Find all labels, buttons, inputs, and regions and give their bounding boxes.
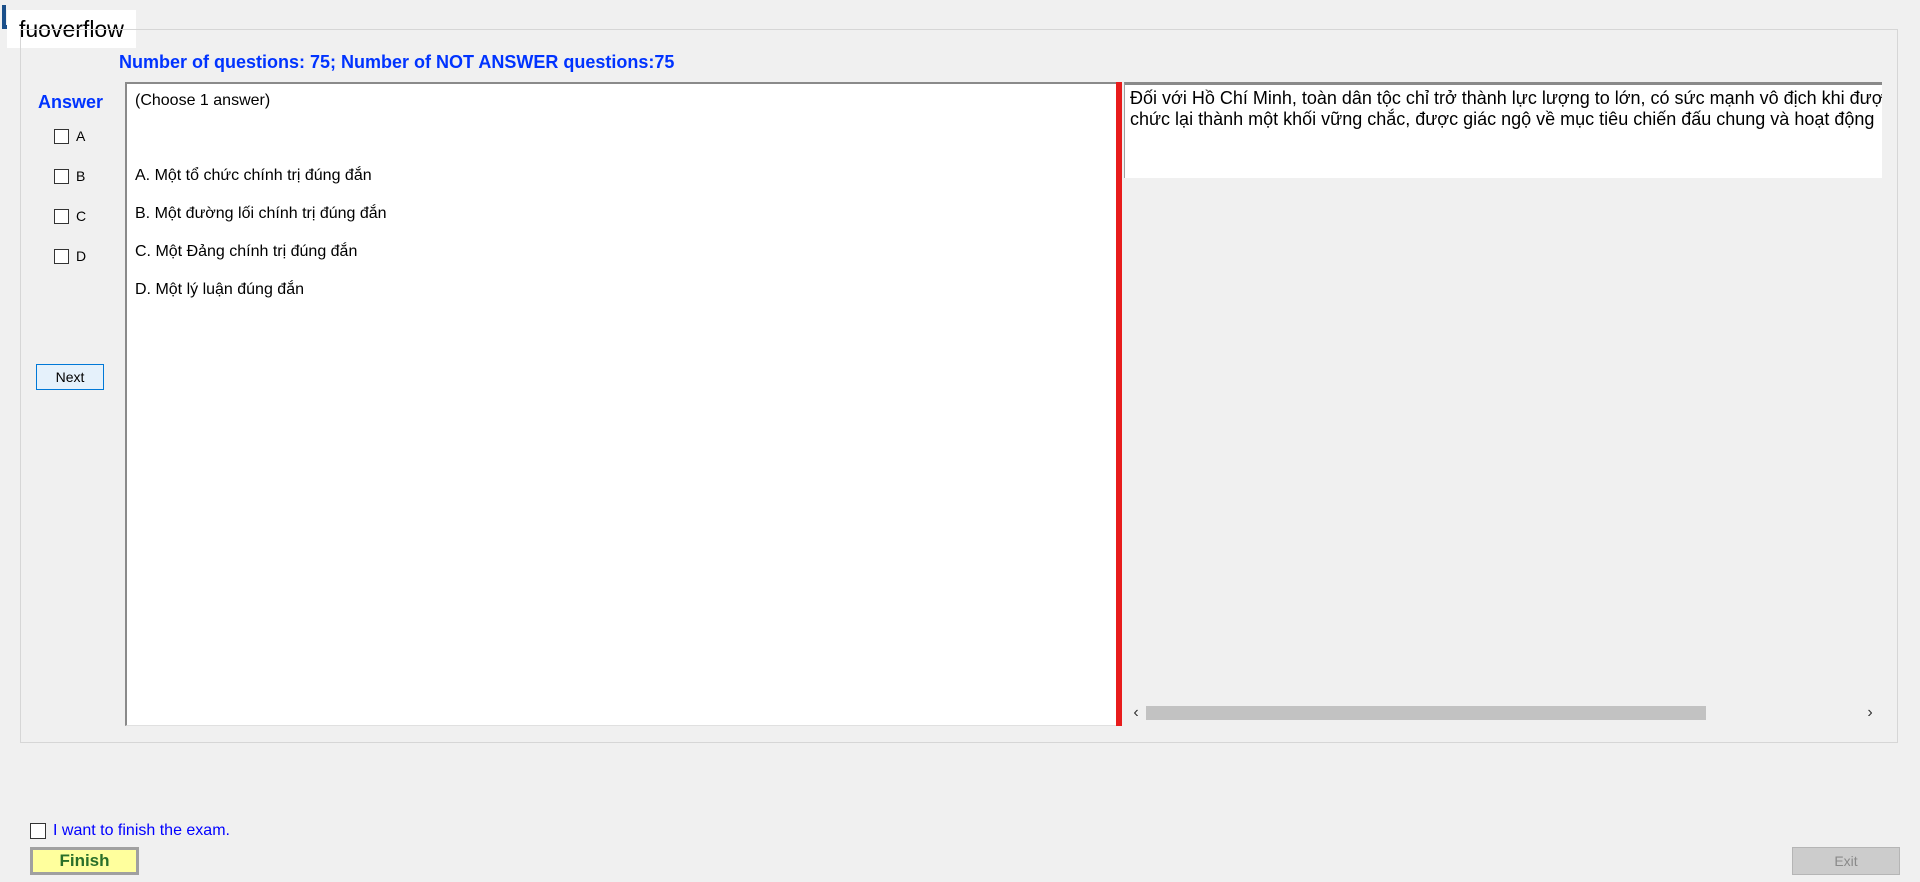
scrollbar-thumb[interactable] (1146, 706, 1706, 720)
answer-a-label: A (76, 128, 86, 144)
answer-title: Answer (38, 92, 104, 112)
answer-c-checkbox[interactable] (54, 208, 69, 224)
answer-option-b[interactable]: B (54, 166, 85, 186)
answer-d-label: D (76, 248, 87, 264)
question-option-d: D. Một lý luận đúng đắn (135, 281, 304, 298)
answer-option-a[interactable]: A (54, 126, 85, 146)
question-option-c: C. Một Đảng chính trị đúng đắn (135, 243, 358, 260)
answer-b-label: B (76, 168, 86, 184)
finish-exam-option[interactable]: I want to finish the exam. (30, 822, 230, 840)
question-text-box: Đối với Hồ Chí Minh, toàn dân tộc chỉ tr… (1124, 82, 1882, 178)
finish-button[interactable]: Finish (30, 847, 139, 875)
question-instruction: (Choose 1 answer) (135, 92, 271, 109)
answer-b-checkbox[interactable] (54, 168, 69, 184)
finish-exam-checkbox[interactable] (30, 823, 46, 839)
scroll-right-icon[interactable]: › (1860, 702, 1880, 724)
horizontal-scrollbar[interactable]: ‹ › (1124, 702, 1882, 724)
answer-a-checkbox[interactable] (54, 128, 69, 144)
exit-button[interactable]: Exit (1792, 847, 1900, 875)
question-count-status: Number of questions: 75; Number of NOT A… (119, 52, 675, 72)
scroll-left-icon[interactable]: ‹ (1126, 702, 1146, 724)
question-option-a: A. Một tổ chức chính trị đúng đắn (135, 167, 372, 184)
answer-option-c[interactable]: C (54, 206, 86, 226)
answer-c-label: C (76, 208, 87, 224)
answer-d-checkbox[interactable] (54, 248, 69, 264)
question-text-line-1: Đối với Hồ Chí Minh, toàn dân tộc chỉ tr… (1130, 88, 1882, 108)
next-button[interactable]: Next (36, 364, 104, 390)
question-text-line-2: chức lại thành một khối vững chắc, được … (1130, 109, 1875, 129)
answer-option-d[interactable]: D (54, 246, 86, 266)
question-option-b: B. Một đường lối chính trị đúng đắn (135, 205, 387, 222)
panel-splitter[interactable] (1116, 82, 1122, 726)
question-options-panel: (Choose 1 answer) A. Một tổ chức chính t… (125, 82, 1117, 726)
finish-exam-label: I want to finish the exam. (53, 822, 230, 839)
